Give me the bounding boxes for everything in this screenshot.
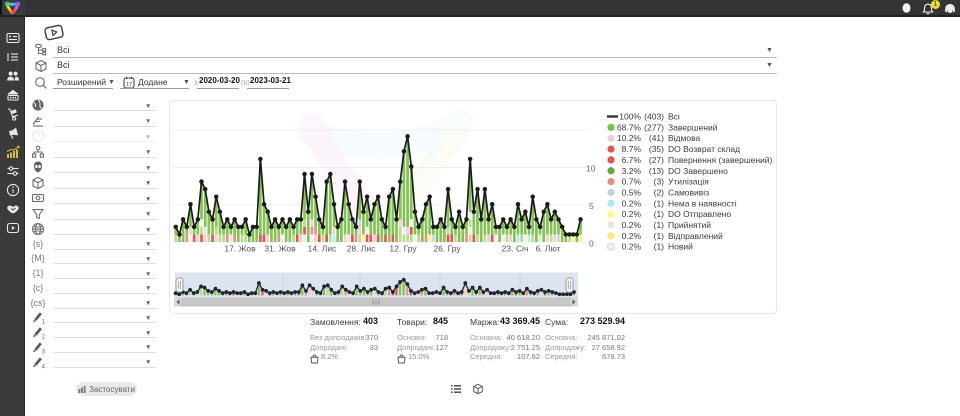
svg-text:3.2%: 3.2% [622, 166, 642, 176]
svg-text:6. Лют: 6. Лют [535, 244, 560, 254]
svg-text:(2): (2) [654, 187, 665, 197]
svg-text:12. Гру: 12. Гру [389, 244, 417, 254]
svg-text:3: 3 [42, 349, 45, 354]
svg-text:Відмова: Відмова [668, 133, 701, 143]
svg-text:14. Лис: 14. Лис [308, 244, 338, 254]
svg-text:0.2%: 0.2% [622, 198, 642, 208]
svg-text:(41): (41) [649, 133, 664, 143]
svg-text:0: 0 [589, 239, 594, 249]
svg-text:17: 17 [126, 82, 132, 88]
svg-text:10.2%: 10.2% [617, 133, 642, 143]
svg-text:28. Лис: 28. Лис [347, 244, 377, 254]
svg-text:(1): (1) [654, 198, 665, 208]
svg-text:(1): (1) [654, 209, 665, 219]
svg-text:?: ? [36, 132, 41, 141]
svg-text:5: 5 [589, 201, 594, 211]
svg-text:100%: 100% [619, 112, 641, 122]
svg-text:0.5%: 0.5% [622, 187, 642, 197]
svg-text:(13): (13) [649, 166, 664, 176]
svg-text:Відправлений: Відправлений [668, 231, 723, 241]
svg-text:Самовивіз: Самовивіз [668, 187, 709, 197]
svg-text:(1): (1) [654, 220, 665, 230]
svg-text:(1): (1) [654, 242, 665, 252]
svg-text:Всі: Всі [668, 112, 680, 122]
svg-text:26. Гру: 26. Гру [433, 244, 461, 254]
svg-text:4: 4 [42, 364, 45, 369]
svg-text:(277): (277) [644, 122, 664, 132]
svg-text:0.2%: 0.2% [622, 231, 642, 241]
svg-text:68.7%: 68.7% [617, 122, 642, 132]
svg-text:(1): (1) [654, 231, 665, 241]
svg-text:Нема в наявності: Нема в наявності [668, 198, 737, 208]
svg-text:8.7%: 8.7% [622, 144, 642, 154]
svg-text:0.2%: 0.2% [622, 242, 642, 252]
svg-text:0.7%: 0.7% [622, 177, 642, 187]
svg-text:17. Жов: 17. Жов [224, 244, 256, 254]
svg-text:23. Січ: 23. Січ [502, 244, 529, 254]
svg-text:0.2%: 0.2% [622, 209, 642, 219]
svg-text:Прийнятий: Прийнятий [668, 220, 711, 230]
svg-text:DO Завершено: DO Завершено [668, 166, 728, 176]
svg-text:31. Жов: 31. Жов [264, 244, 296, 254]
svg-text:Утилізація: Утилізація [668, 177, 709, 187]
svg-text:Повернення (завершений): Повернення (завершений) [668, 155, 773, 165]
svg-text:DO Отправлено: DO Отправлено [668, 209, 731, 219]
svg-text:2: 2 [42, 334, 45, 339]
svg-text:10: 10 [586, 164, 596, 174]
svg-text:(35): (35) [649, 144, 664, 154]
svg-text:1: 1 [42, 320, 45, 325]
svg-text:0.2%: 0.2% [622, 220, 642, 230]
svg-text:Завершений: Завершений [668, 122, 718, 132]
svg-text:(27): (27) [649, 155, 664, 165]
svg-text:6.7%: 6.7% [622, 155, 642, 165]
svg-text:Новий: Новий [668, 242, 693, 252]
svg-text:DO Возврат склад: DO Возврат склад [668, 144, 740, 154]
svg-text:(3): (3) [654, 177, 665, 187]
svg-text:(403): (403) [644, 112, 664, 122]
